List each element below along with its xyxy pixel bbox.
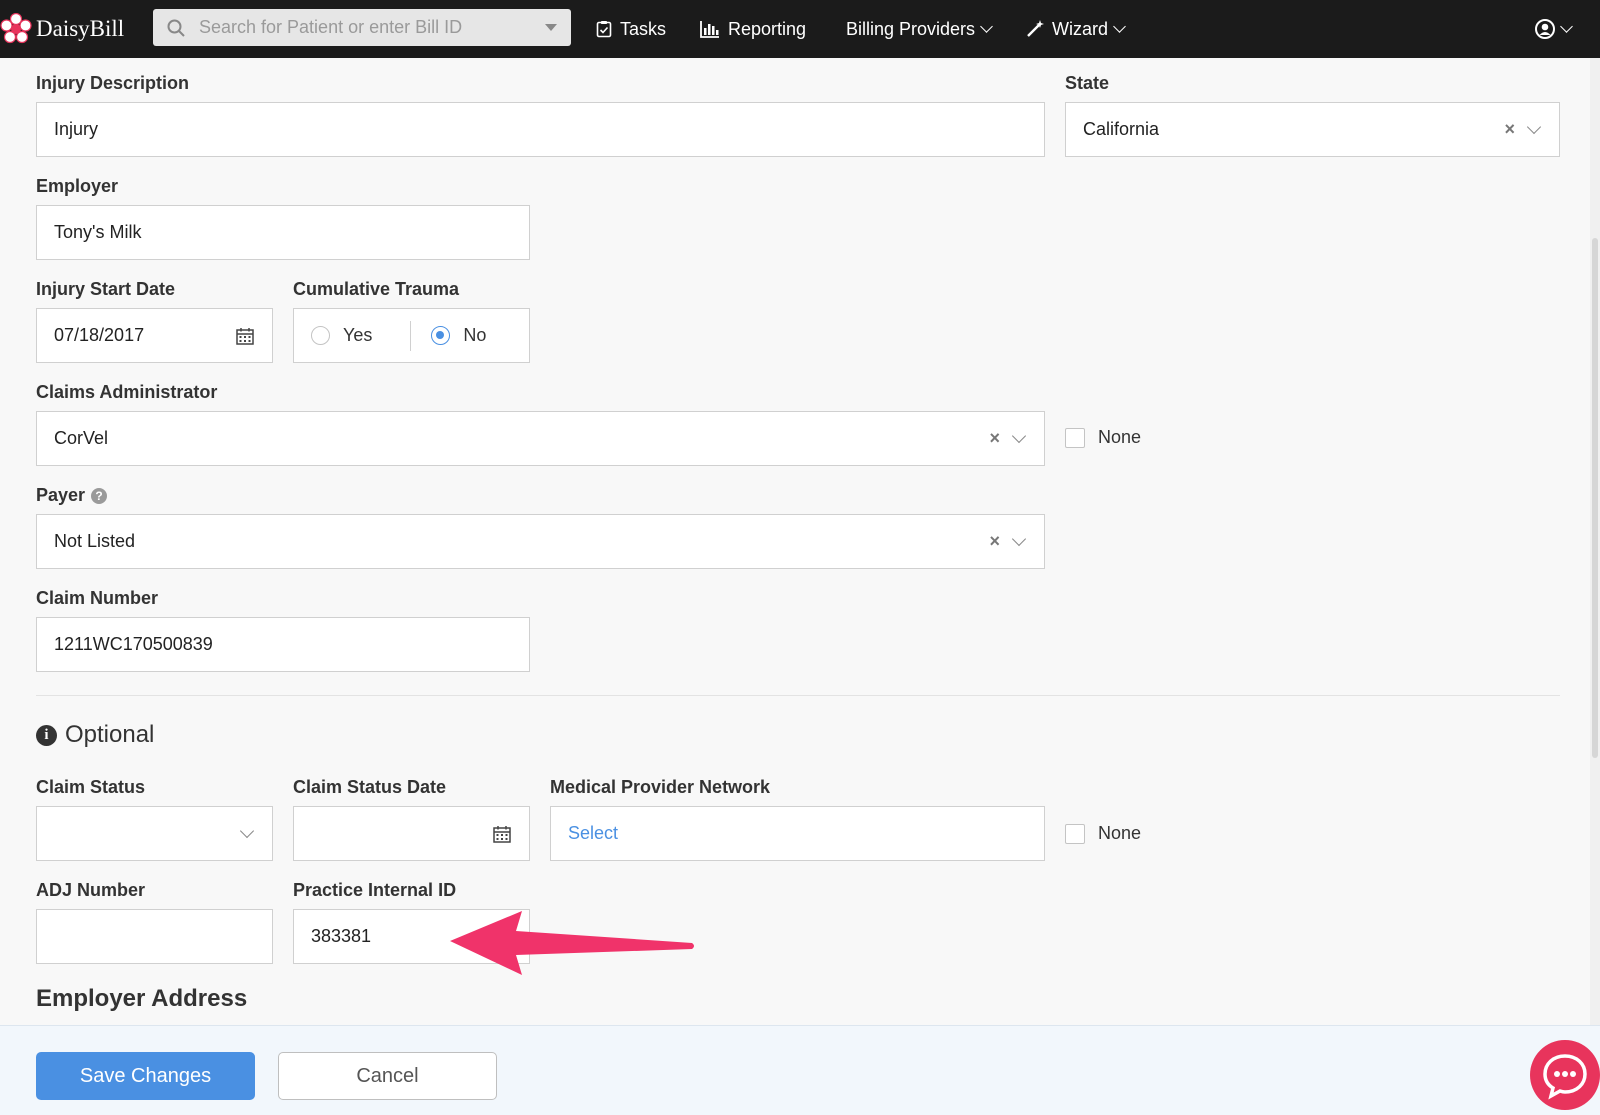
chevron-down-icon [1113,20,1126,33]
adj-number-label: ADJ Number [36,880,146,900]
checkbox-icon[interactable] [1065,823,1085,844]
adj-number-input[interactable] [36,909,273,964]
radio-divider [410,320,412,351]
search-icon [167,19,185,37]
logo-text: DaisyBill [36,16,125,41]
top-navbar: DaisyBill Search for Patient or enter Bi… [0,0,1600,58]
page-scrollbar[interactable] [1590,58,1600,1025]
nav-billing-providers[interactable]: Billing Providers [846,0,993,58]
injury-description-value: Injury [54,119,99,139]
chevron-down-icon[interactable] [239,823,255,838]
injury-description-input[interactable]: Injury [36,102,1045,157]
medical-provider-network-none-checkbox[interactable]: None [1065,823,1141,844]
claim-status-label: Claim Status [36,777,146,797]
cancel-button[interactable]: Cancel [278,1052,497,1100]
injury-description-label: Injury Description [36,73,190,93]
state-label: State [1065,73,1110,93]
optional-section-title: i Optional [36,721,154,749]
calendar-icon[interactable] [493,825,511,843]
help-icon[interactable]: ? [91,488,108,504]
claim-status-date-label: Claim Status Date [293,777,447,797]
medical-provider-network-label: Medical Provider Network [550,777,771,797]
nav-billing-providers-label: Billing Providers [846,18,976,39]
practice-internal-id-label: Practice Internal ID [293,880,457,900]
claim-number-label: Claim Number [36,588,159,608]
payer-value: Not Listed [54,531,136,551]
injury-start-date-input[interactable]: 07/18/2017 [36,308,273,363]
chat-widget-button[interactable] [1530,1040,1600,1110]
state-select[interactable]: California × [1065,102,1560,157]
nav-reporting-label: Reporting [728,18,807,39]
employer-input[interactable]: Tony's Milk [36,205,530,260]
bar-chart-icon [700,21,719,38]
magic-wand-icon [1027,20,1044,37]
claims-administrator-select[interactable]: CorVel × [36,411,1045,466]
claim-status-select[interactable] [36,806,273,861]
daisy-flower-icon [0,13,32,44]
info-icon: i [36,724,57,746]
injury-start-date-label: Injury Start Date [36,279,176,299]
claim-number-input[interactable]: 1211WC170500839 [36,617,530,672]
clipboard-check-icon [596,21,612,38]
payer-label: Payer? [36,485,108,506]
cumulative-trauma-yes[interactable]: Yes [311,325,372,346]
none-label: None [1098,427,1142,447]
state-value: California [1083,119,1160,139]
chevron-down-icon [1560,20,1573,33]
cumulative-trauma-label: Cumulative Trauma [293,279,460,299]
chevron-down-icon [980,20,993,33]
radio-button-icon[interactable] [311,326,330,345]
chevron-down-icon[interactable] [1011,428,1027,443]
daisybill-logo[interactable]: DaisyBill [0,12,124,46]
clear-icon[interactable]: × [989,531,1000,552]
no-label: No [463,325,487,345]
radio-button-selected-icon[interactable] [431,326,451,345]
payer-label-text: Payer [36,485,86,505]
clear-icon[interactable]: × [1504,119,1515,140]
patient-search-input[interactable]: Search for Patient or enter Bill ID [153,9,571,46]
nav-wizard-label: Wizard [1052,18,1109,39]
search-placeholder: Search for Patient or enter Bill ID [199,17,463,37]
annotation-arrow [450,911,694,975]
employer-address-title: Employer Address [36,985,248,1012]
claim-status-date-input[interactable] [293,806,530,861]
form-footer: Save Changes Cancel [0,1025,1600,1115]
nav-tasks-label: Tasks [620,18,667,39]
cumulative-trauma-no[interactable]: No [431,325,486,346]
claims-administrator-none-checkbox[interactable]: None [1065,427,1141,448]
claims-administrator-value: CorVel [54,428,109,448]
checkbox-icon[interactable] [1065,427,1085,448]
calendar-icon[interactable] [236,327,254,345]
nav-wizard[interactable]: Wizard [1026,0,1126,58]
yes-label: Yes [343,325,373,345]
cumulative-trauma-radio-group: Yes No [293,308,530,363]
chevron-down-icon[interactable] [1011,531,1027,546]
save-changes-button[interactable]: Save Changes [36,1052,255,1100]
employer-value: Tony's Milk [54,222,142,242]
medical-provider-network-select[interactable]: Select [550,806,1045,861]
clear-icon[interactable]: × [989,428,1000,449]
user-avatar-icon [1535,19,1555,39]
injury-start-date-value: 07/18/2017 [54,325,145,345]
section-divider [36,695,1560,696]
optional-title-text: Optional [65,721,155,748]
medical-provider-network-value[interactable]: Select [568,823,1044,844]
employer-label: Employer [36,176,119,196]
nav-reporting[interactable]: Reporting [700,0,806,58]
payer-select[interactable]: Not Listed × [36,514,1045,569]
scrollbar-thumb[interactable] [1592,238,1598,758]
none-label: None [1098,823,1142,843]
nav-tasks[interactable]: Tasks [596,0,666,58]
claims-administrator-label: Claims Administrator [36,382,218,402]
chevron-down-icon[interactable] [1526,119,1542,134]
claim-number-value: 1211WC170500839 [54,634,213,654]
caret-down-icon[interactable] [545,24,557,31]
user-menu[interactable] [1535,0,1573,58]
chat-bubble-icon [1543,1054,1587,1100]
